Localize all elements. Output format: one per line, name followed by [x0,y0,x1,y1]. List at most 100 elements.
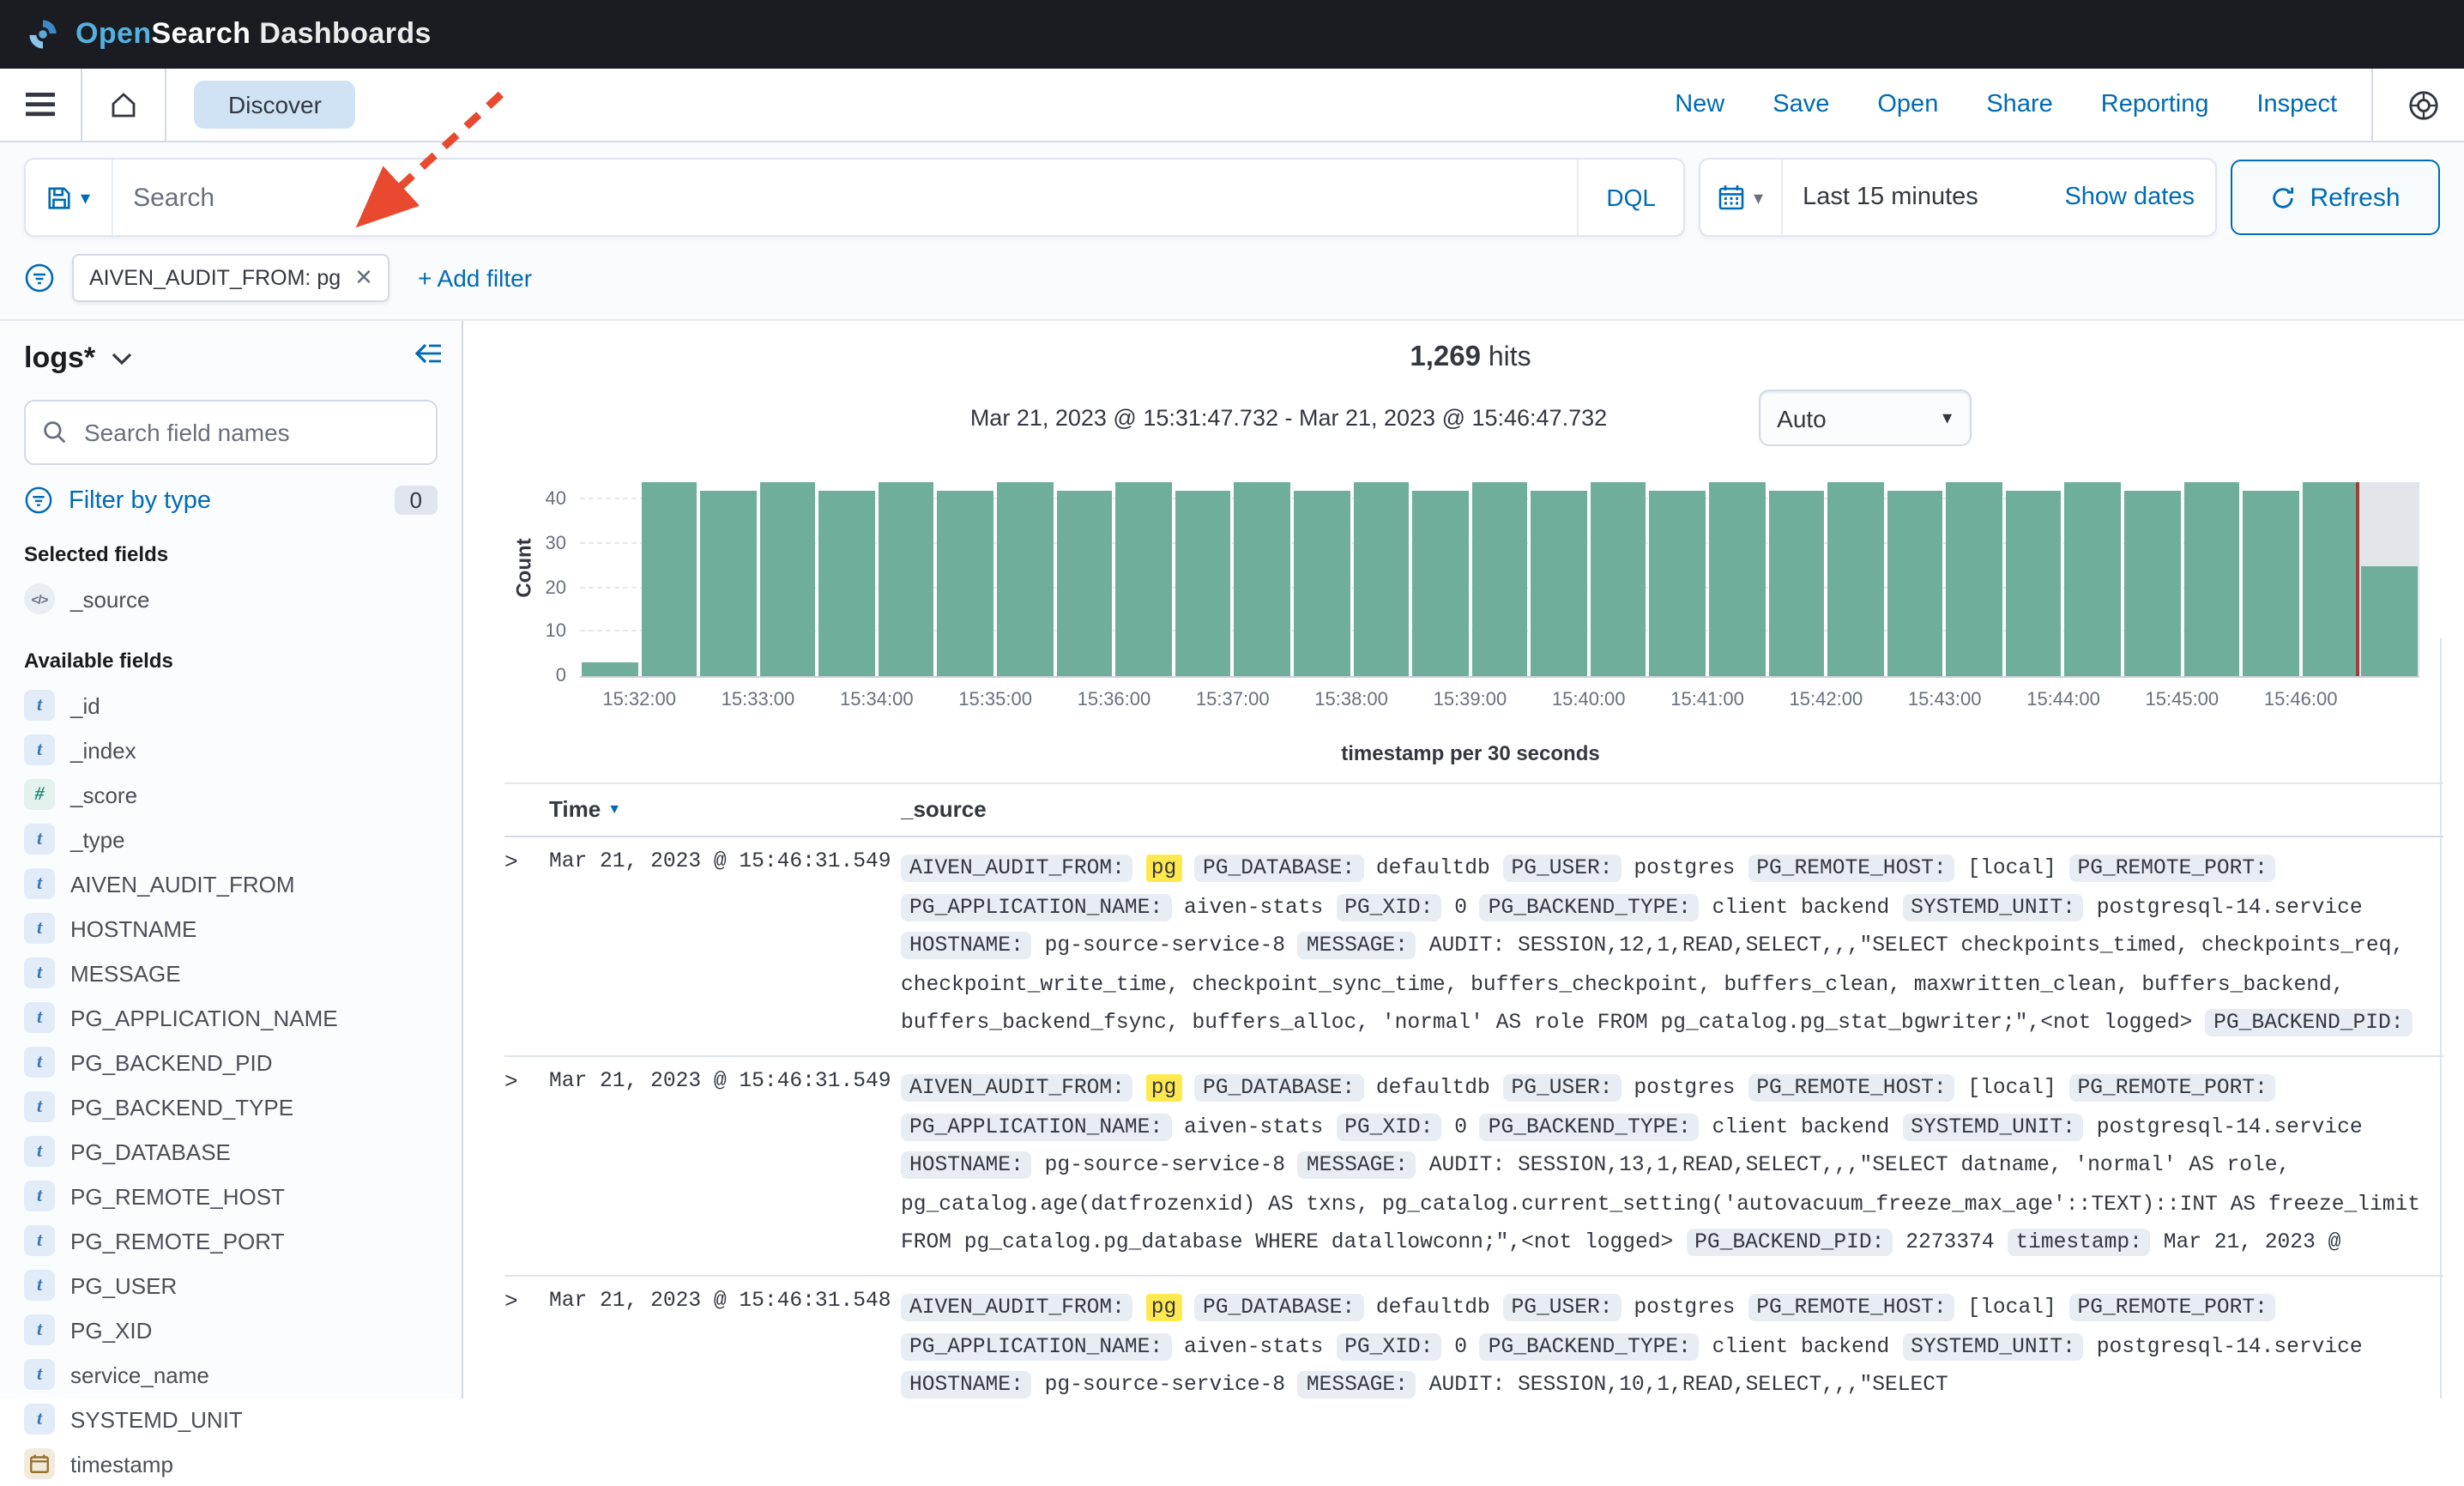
field-item-AIVEN_AUDIT_FROM[interactable]: tAIVEN_AUDIT_FROM [24,861,438,906]
expand-row-icon[interactable]: > [504,849,549,1043]
histogram-bar-15:37:00[interactable] [1235,482,1290,676]
field-item-HOSTNAME[interactable]: tHOSTNAME [24,906,438,951]
search-input[interactable] [112,183,1577,212]
nav-link-open[interactable]: Open [1877,91,1938,118]
field-item-_id[interactable]: t_id [24,683,438,728]
histogram-bar-15:38:30[interactable] [1412,492,1468,676]
dql-language-button[interactable]: DQL [1577,160,1683,235]
histogram-bar-15:43:00[interactable] [1947,482,2002,676]
time-range-value[interactable]: Last 15 minutes [1782,184,1978,211]
histogram-bar-15:39:00[interactable] [1471,482,1527,676]
histogram-bar-15:40:30[interactable] [1650,492,1706,676]
histogram-bar-15:45:00[interactable] [2183,482,2239,676]
histogram-bar-15:35:30[interactable] [1056,492,1112,676]
index-pattern-switcher[interactable] [111,352,131,365]
collapse-sidebar-button[interactable] [414,341,444,365]
histogram-bar-15:31:30[interactable] [582,663,637,676]
histogram-bar-15:45:30[interactable] [2243,492,2298,676]
help-button[interactable] [2383,88,2464,121]
menu-button[interactable] [0,69,82,141]
row-time: Mar 21, 2023 @ 15:46:31.549 [549,849,901,1043]
field-item-PG_BACKEND_PID[interactable]: tPG_BACKEND_PID [24,1040,438,1084]
x-axis-title: timestamp per 30 seconds [498,741,2443,765]
histogram-bar-15:42:00[interactable] [1827,482,1883,676]
histogram-bar-15:41:00[interactable] [1709,482,1765,676]
histogram-bar-15:46:30[interactable] [2362,566,2418,676]
filter-pill[interactable]: AIVEN_AUDIT_FROM: pg ✕ [72,254,390,302]
field-item-timestamp[interactable]: timestamp [24,1441,438,1486]
expand-row-icon[interactable]: > [504,1069,549,1263]
histogram-bar-15:33:00[interactable] [759,482,815,676]
brand[interactable]: OpenSearchDashboards [24,15,432,53]
text-field-icon: t [24,868,55,899]
page-edge-divider [2440,638,2442,1398]
text-field-icon: t [24,1181,55,1211]
field-item-_source[interactable]: </>_source [24,577,438,621]
histogram-bar-15:36:30[interactable] [1175,492,1231,676]
field-item-PG_REMOTE_PORT[interactable]: tPG_REMOTE_PORT [24,1218,438,1263]
x-tick-label: 15:36:00 [1078,690,1151,710]
histogram-bar-15:44:30[interactable] [2124,492,2180,676]
histogram-bar-15:43:30[interactable] [2006,492,2062,676]
field-item-_type[interactable]: t_type [24,817,438,861]
refresh-button[interactable]: Refresh [2231,160,2440,235]
field-item-_index[interactable]: t_index [24,728,438,772]
nav-link-share[interactable]: Share [1986,91,2052,118]
histogram-chart: Count 010203040 15:32:0015:33:0015:34:00… [498,467,2443,728]
filter-by-type-button[interactable]: Filter by type 0 [24,486,438,515]
field-item-_score[interactable]: #_score [24,772,438,817]
field-item-PG_REMOTE_HOST[interactable]: tPG_REMOTE_HOST [24,1174,438,1218]
histogram-bar-15:37:30[interactable] [1294,492,1350,676]
help-icon [2407,88,2440,121]
histogram-bar-15:36:00[interactable] [1115,482,1171,676]
field-item-PG_DATABASE[interactable]: tPG_DATABASE [24,1129,438,1174]
histogram-bar-15:34:00[interactable] [879,482,934,676]
column-header-time[interactable]: Time ▼ [504,796,901,822]
histogram-bar-15:35:00[interactable] [997,482,1053,676]
histogram-bar-15:40:00[interactable] [1591,482,1646,676]
histogram-bar-15:46:00[interactable] [2303,482,2358,676]
nav-link-inspect[interactable]: Inspect [2257,91,2338,118]
field-item-PG_APPLICATION_NAME[interactable]: tPG_APPLICATION_NAME [24,995,438,1040]
home-button[interactable] [82,69,166,141]
show-dates-link[interactable]: Show dates [2064,184,2215,211]
row-time: Mar 21, 2023 @ 15:46:31.548 [549,1289,901,1398]
histogram-bar-15:39:30[interactable] [1531,492,1587,676]
remove-filter-icon[interactable]: ✕ [354,264,373,292]
histogram-bar-15:32:30[interactable] [700,492,756,676]
histogram-bar-15:44:00[interactable] [2065,482,2121,676]
interval-select[interactable]: Auto ▾ [1758,390,1971,446]
text-field-icon: t [24,690,55,721]
nav-link-reporting[interactable]: Reporting [2101,91,2209,118]
field-item-service_name[interactable]: tservice_name [24,1352,438,1397]
expand-row-icon[interactable]: > [504,1289,549,1398]
date-picker-calendar-button[interactable]: ▾ [1700,160,1782,235]
save-query-icon [46,184,72,210]
histogram-bar-15:42:30[interactable] [1887,492,1942,676]
text-field-icon: t [24,1091,55,1122]
field-item-PG_USER[interactable]: tPG_USER [24,1263,438,1308]
filter-by-type-label: Filter by type [69,486,211,514]
nav-link-save[interactable]: Save [1773,91,1829,118]
tab-discover[interactable]: Discover [194,81,356,129]
field-name: PG_DATABASE [70,1139,231,1164]
field-item-PG_XID[interactable]: tPG_XID [24,1308,438,1352]
filter-menu-icon[interactable] [24,263,55,293]
histogram-bar-15:32:00[interactable] [641,482,697,676]
selected-fields-heading: Selected fields [24,542,438,566]
text-field-icon: t [24,1404,55,1435]
add-filter-link[interactable]: + Add filter [418,264,532,292]
field-search-input[interactable] [81,417,419,448]
nav-link-new[interactable]: New [1675,91,1724,118]
histogram-bar-15:38:00[interactable] [1353,482,1409,676]
field-item-SYSTEMD_UNIT[interactable]: tSYSTEMD_UNIT [24,1397,438,1441]
y-tick-label: 20 [546,577,567,598]
field-item-MESSAGE[interactable]: tMESSAGE [24,951,438,995]
saved-query-menu-button[interactable]: ▾ [26,160,112,235]
histogram-bar-15:34:30[interactable] [938,492,993,676]
chevron-down-icon: ▾ [81,186,90,208]
histogram-bar-15:41:30[interactable] [1768,492,1824,676]
x-tick-label: 15:42:00 [1790,690,1863,710]
field-item-PG_BACKEND_TYPE[interactable]: tPG_BACKEND_TYPE [24,1084,438,1129]
histogram-bar-15:33:30[interactable] [819,492,875,676]
